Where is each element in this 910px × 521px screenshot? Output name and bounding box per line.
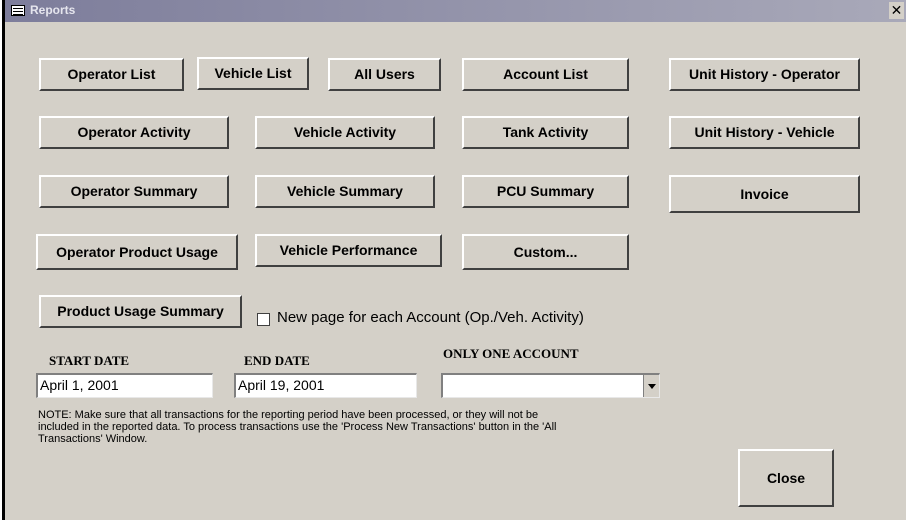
end-date-field[interactable]: April 19, 2001 (234, 373, 417, 398)
operator-list-button[interactable]: Operator List (39, 58, 184, 91)
start-date-label: START DATE (49, 353, 130, 368)
pcu-summary-button[interactable]: PCU Summary (462, 175, 629, 208)
close-button[interactable]: Close (738, 449, 834, 507)
operator-product-usage-button[interactable]: Operator Product Usage (36, 234, 238, 270)
form-icon (11, 5, 25, 16)
window-title: Reports (30, 3, 76, 17)
end-date-label: END DATE (244, 353, 310, 368)
vehicle-list-button[interactable]: Vehicle List (197, 57, 309, 90)
vehicle-performance-button[interactable]: Vehicle Performance (255, 234, 442, 267)
vehicle-activity-button[interactable]: Vehicle Activity (255, 116, 435, 149)
account-list-button[interactable]: Account List (462, 58, 629, 91)
vehicle-summary-button[interactable]: Vehicle Summary (255, 175, 435, 208)
all-users-button[interactable]: All Users (328, 58, 441, 91)
only-one-account-label: ONLY ONE ACCOUNT (443, 346, 579, 361)
new-page-per-account-checkbox[interactable] (257, 313, 270, 326)
start-date-field[interactable]: April 1, 2001 (36, 373, 213, 398)
close-window-button[interactable]: ✕ (889, 2, 904, 19)
title-bar: Reports ✕ (5, 0, 906, 22)
new-page-per-account-label: New page for each Account (Op./Veh. Acti… (277, 309, 584, 326)
unit-history-operator-button[interactable]: Unit History - Operator (669, 58, 860, 91)
processing-note: NOTE: Make sure that all transactions fo… (38, 409, 557, 445)
custom-button[interactable]: Custom... (462, 234, 629, 270)
operator-activity-button[interactable]: Operator Activity (39, 116, 229, 149)
unit-history-vehicle-button[interactable]: Unit History - Vehicle (669, 116, 860, 149)
tank-activity-button[interactable]: Tank Activity (462, 116, 629, 149)
only-one-account-select[interactable] (441, 373, 660, 398)
invoice-button[interactable]: Invoice (669, 175, 860, 213)
product-usage-summary-button[interactable]: Product Usage Summary (39, 295, 242, 328)
reports-window: Reports ✕ Operator List Vehicle List All… (2, 0, 906, 520)
operator-summary-button[interactable]: Operator Summary (39, 175, 229, 208)
chevron-down-icon[interactable] (643, 375, 659, 397)
